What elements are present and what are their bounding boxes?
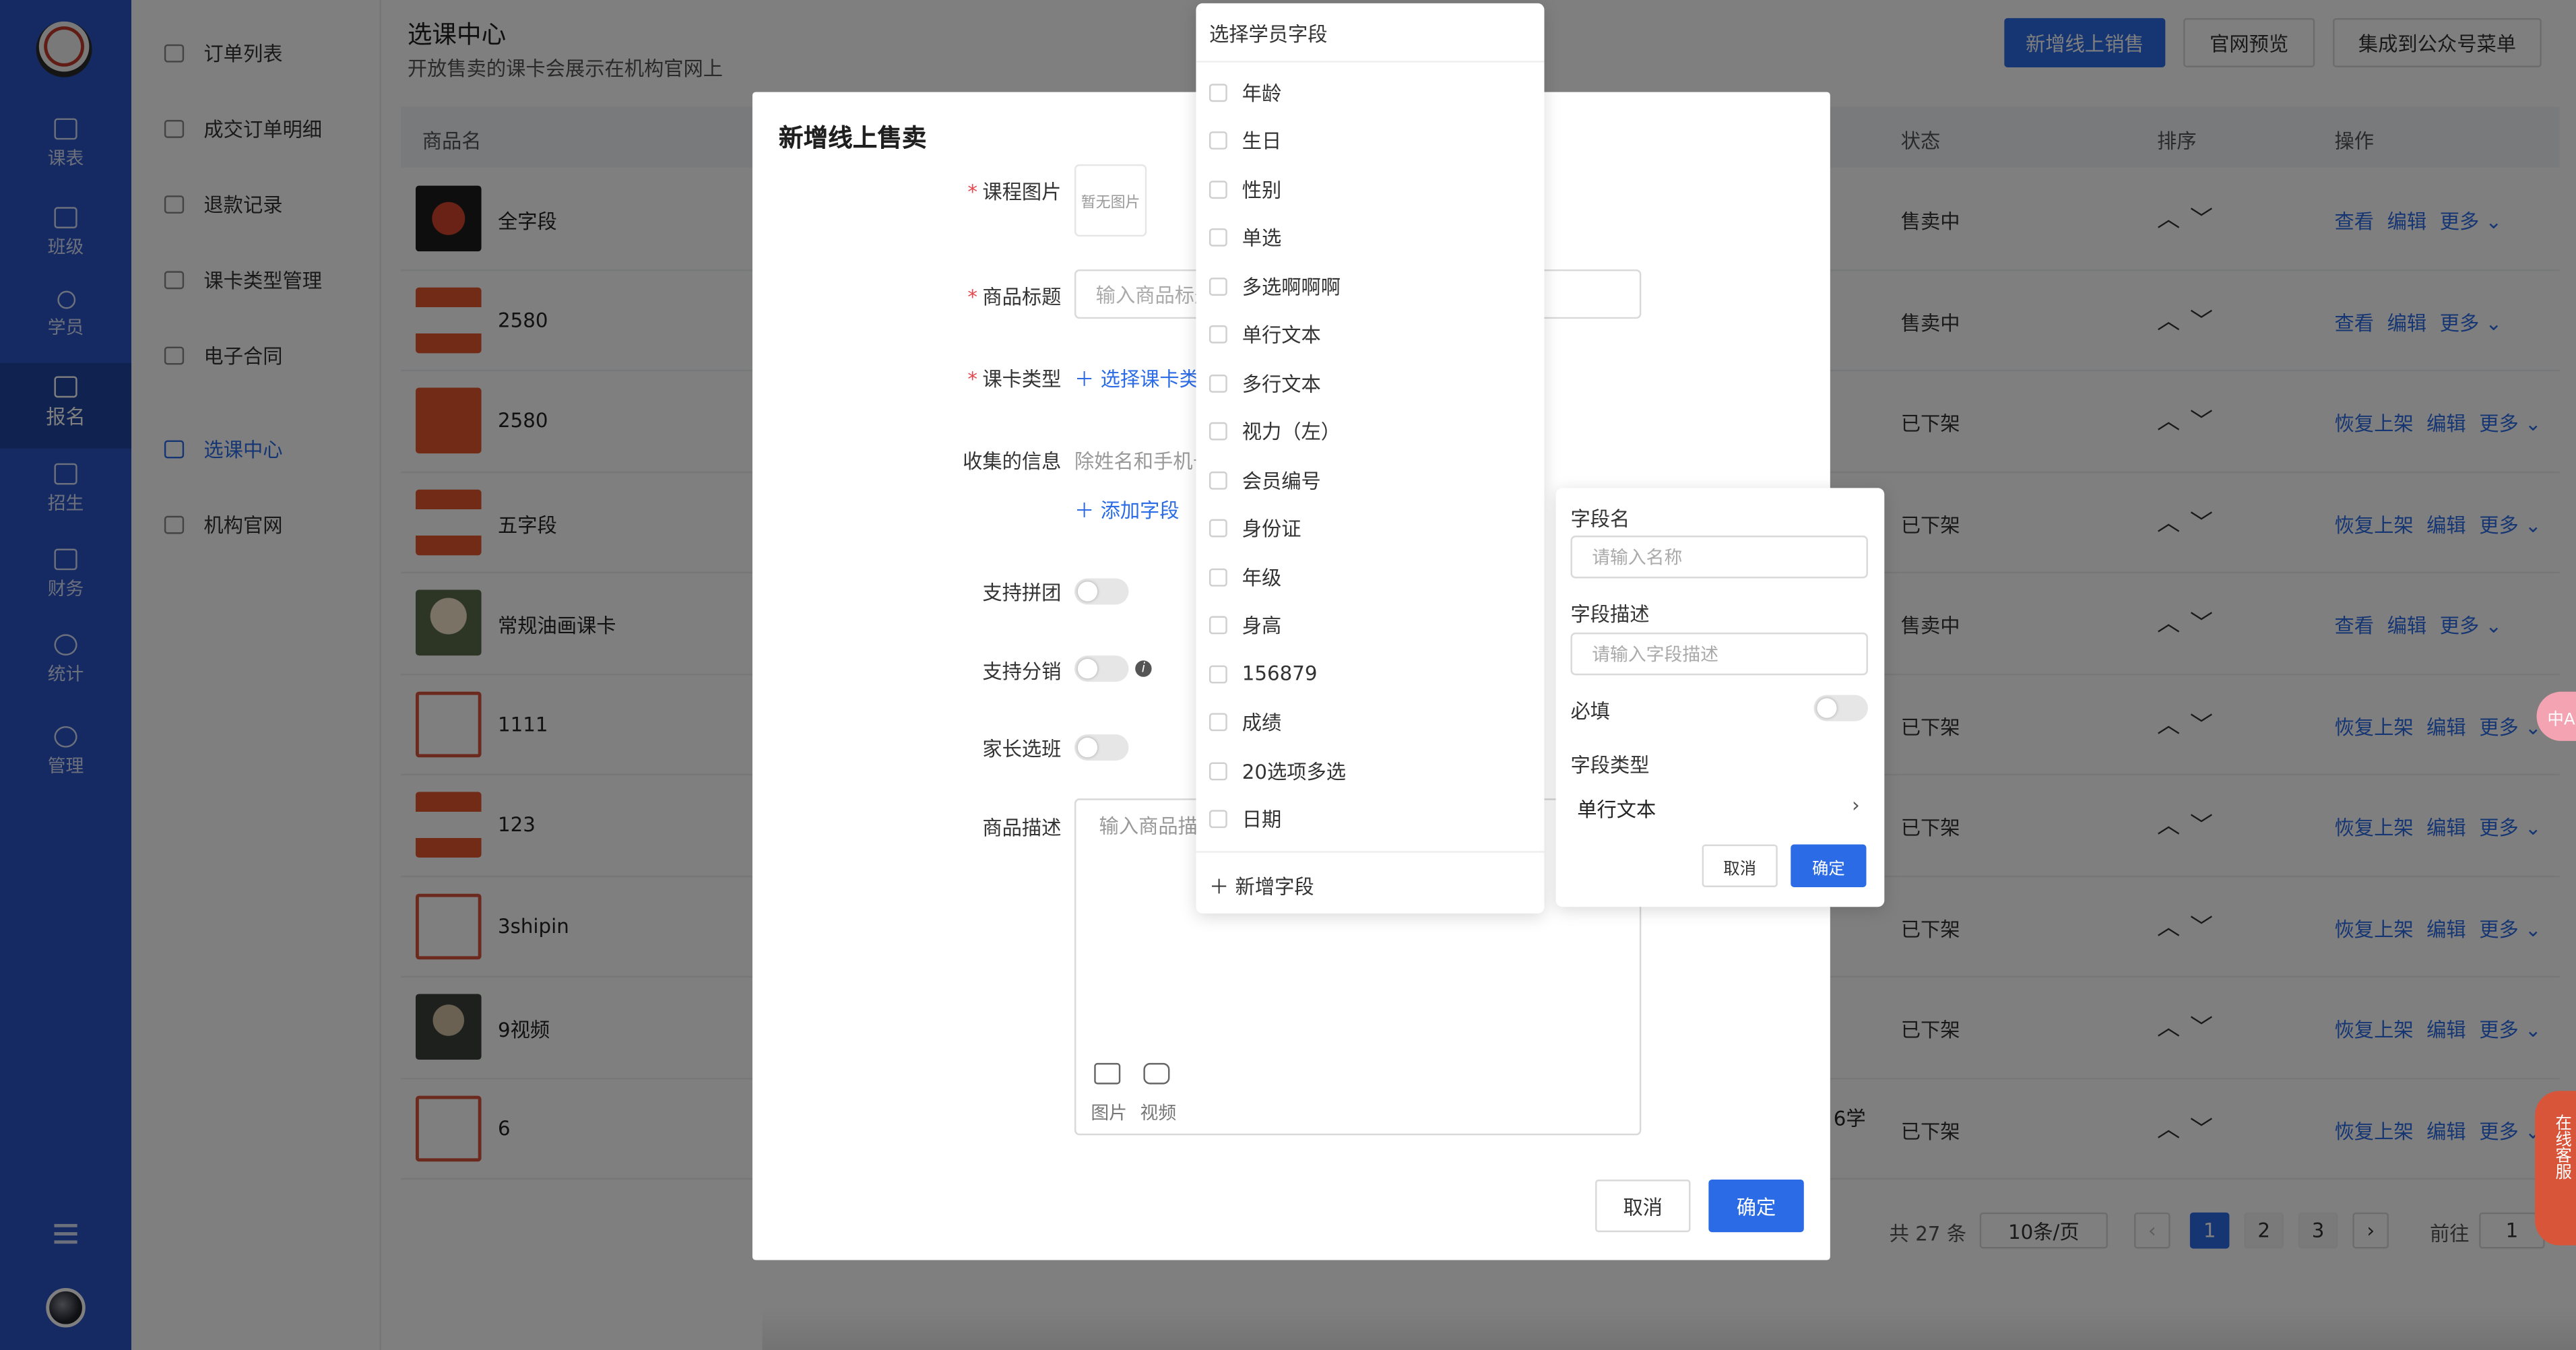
distribution-label: 支持分销 xyxy=(982,660,1062,684)
modal-confirm-button[interactable]: 确定 xyxy=(1708,1180,1804,1233)
info-icon[interactable]: i xyxy=(1135,660,1152,677)
required-label: 必填 xyxy=(1570,699,1611,724)
field-cancel-button[interactable]: 取消 xyxy=(1702,844,1778,887)
video-icon[interactable] xyxy=(1143,1062,1170,1085)
field-option[interactable]: 成绩 xyxy=(1209,705,1281,738)
checkbox[interactable] xyxy=(1209,83,1227,101)
checkbox[interactable] xyxy=(1209,228,1227,247)
modal-cancel-button[interactable]: 取消 xyxy=(1595,1180,1691,1233)
distribution-toggle[interactable] xyxy=(1074,655,1129,682)
image-icon[interactable] xyxy=(1094,1062,1121,1085)
field-option[interactable]: 年级 xyxy=(1209,560,1281,593)
parent-select-toggle[interactable] xyxy=(1074,734,1129,761)
checkbox[interactable] xyxy=(1209,131,1227,150)
desc-label: 商品描述 xyxy=(982,816,1062,840)
student-field-dropdown: 选择学员字段 年龄 生日 性别 单选 多选啊啊啊 单行文本 多行文本 视力（左）… xyxy=(1196,3,1545,913)
field-option[interactable]: 日期 xyxy=(1209,802,1281,835)
required-toggle[interactable] xyxy=(1813,695,1868,721)
checkbox[interactable] xyxy=(1209,810,1227,829)
add-new-field-button[interactable]: ＋ 新增字段 xyxy=(1196,851,1545,913)
field-name-input[interactable]: 请输入名称 xyxy=(1570,536,1868,579)
checkbox[interactable] xyxy=(1209,180,1227,198)
chevron-right-icon: › xyxy=(1851,793,1860,817)
field-option[interactable]: 身高 xyxy=(1209,609,1281,642)
parent-select-label: 家长选班 xyxy=(982,738,1062,761)
video-tool-label: 视频 xyxy=(1140,1102,1177,1124)
checkbox[interactable] xyxy=(1209,373,1227,392)
field-desc-input[interactable]: 请输入字段描述 xyxy=(1570,632,1868,676)
group-toggle[interactable] xyxy=(1074,578,1129,605)
checkbox[interactable] xyxy=(1209,519,1227,538)
field-config-panel: 字段名 请输入名称 字段描述 请输入字段描述 必填 字段类型 单行文本 › 取消 … xyxy=(1555,488,1885,907)
field-type-select[interactable]: 单行文本 › xyxy=(1577,793,1869,823)
field-type-label: 字段类型 xyxy=(1570,754,1650,777)
checkbox[interactable] xyxy=(1209,422,1227,441)
field-option[interactable]: 20选项多选 xyxy=(1209,754,1346,787)
checkbox[interactable] xyxy=(1209,567,1227,586)
checkbox[interactable] xyxy=(1209,761,1227,780)
checkbox[interactable] xyxy=(1209,470,1227,489)
checkbox[interactable] xyxy=(1209,325,1227,344)
modal-title: 新增线上售卖 xyxy=(778,123,927,153)
field-option[interactable]: 性别 xyxy=(1209,172,1281,205)
title-label: * 商品标题 xyxy=(967,286,1062,309)
checkbox[interactable] xyxy=(1209,276,1227,295)
field-option[interactable]: 单选 xyxy=(1209,221,1281,254)
field-desc-label: 字段描述 xyxy=(1570,603,1650,626)
add-field-link[interactable]: ＋ 添加字段 xyxy=(1074,496,1180,524)
image-upload[interactable]: 暂无图片 xyxy=(1074,164,1147,237)
card-type-label: * 课卡类型 xyxy=(967,368,1062,391)
field-option[interactable]: 156879 xyxy=(1209,657,1317,690)
field-option[interactable]: 生日 xyxy=(1209,124,1281,157)
field-name-label: 字段名 xyxy=(1570,507,1630,531)
checkbox[interactable] xyxy=(1209,664,1227,683)
image-tool-label: 图片 xyxy=(1091,1102,1128,1124)
field-option[interactable]: 多选啊啊啊 xyxy=(1209,269,1341,302)
dropdown-title: 选择学员字段 xyxy=(1196,3,1545,63)
field-confirm-button[interactable]: 确定 xyxy=(1791,844,1867,887)
field-option[interactable]: 单行文本 xyxy=(1209,318,1321,351)
collect-label: 收集的信息 xyxy=(963,450,1062,474)
field-option[interactable]: 会员编号 xyxy=(1209,463,1321,496)
checkbox[interactable] xyxy=(1209,616,1227,635)
field-option[interactable]: 年龄 xyxy=(1209,75,1281,108)
checkbox[interactable] xyxy=(1209,713,1227,732)
group-label: 支持拼团 xyxy=(982,581,1062,605)
image-label: * 课程图片 xyxy=(967,181,1062,204)
field-option[interactable]: 多行文本 xyxy=(1209,366,1321,399)
online-service-button[interactable]: 在线客服 xyxy=(2535,1091,2576,1246)
field-option[interactable]: 视力（左） xyxy=(1209,415,1341,448)
field-option[interactable]: 身份证 xyxy=(1209,512,1301,545)
